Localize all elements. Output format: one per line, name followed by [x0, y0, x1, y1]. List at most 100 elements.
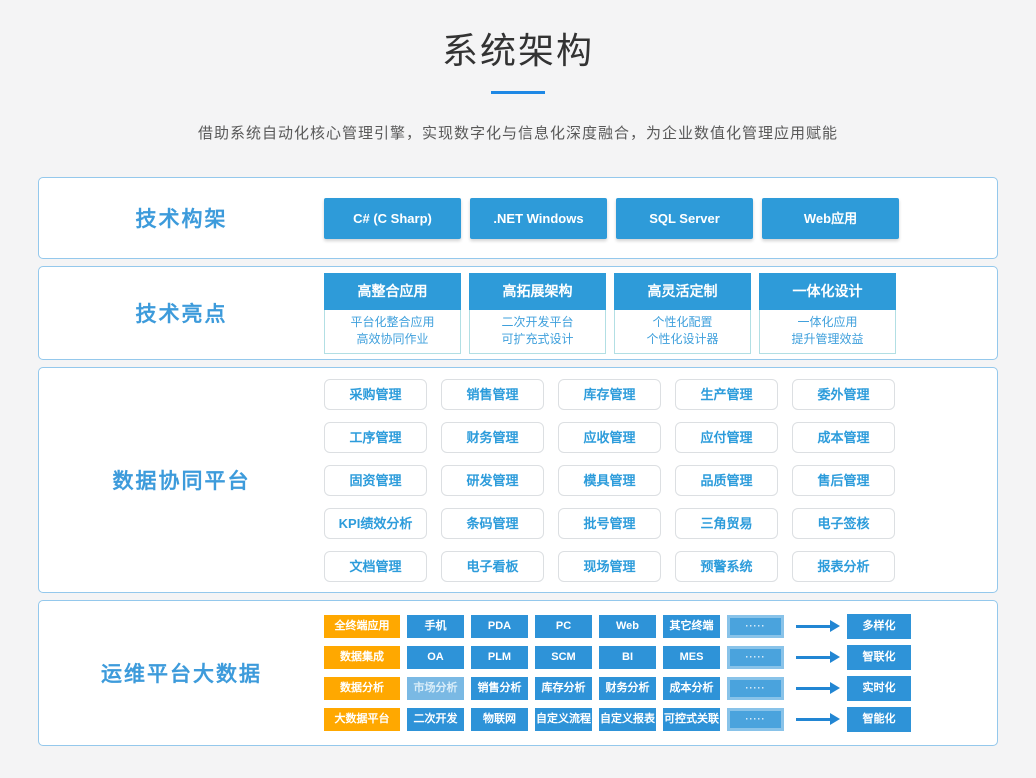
module-button[interactable]: 文档管理 — [324, 551, 427, 582]
bigdata-result-label: 智能化 — [847, 707, 911, 732]
section-highlights-label: 技术亮点 — [136, 303, 228, 326]
bigdata-item[interactable]: 自定义流程 — [535, 708, 592, 731]
tech-stack-button[interactable]: SQL Server — [616, 198, 753, 239]
page-subtitle: 借助系统自动化核心管理引擎，实现数字化与信息化深度融合，为企业数值化管理应用赋能 — [0, 122, 1036, 143]
highlight-cards: 高整合应用平台化整合应用高效协同作业高拓展架构二次开发平台可扩充式设计高灵活定制… — [324, 273, 896, 354]
module-button[interactable]: 品质管理 — [675, 465, 778, 496]
section-bigdata: 运维平台大数据 全终端应用手机PDAPCWeb其它终端·····多样化数据集成O… — [38, 600, 998, 746]
highlight-card-line: 可扩充式设计 — [470, 331, 605, 348]
bigdata-item[interactable]: 二次开发 — [407, 708, 464, 731]
highlight-card-line: 个性化配置 — [615, 314, 750, 331]
page-header: 系统架构 借助系统自动化核心管理引擎，实现数字化与信息化深度融合，为企业数值化管… — [0, 0, 1036, 143]
bigdata-item[interactable]: PDA — [471, 615, 528, 638]
bigdata-item[interactable]: SCM — [535, 646, 592, 669]
bigdata-row: 数据分析市场分析销售分析库存分析财务分析成本分析 ····· 实时化 — [324, 676, 911, 701]
highlight-card-line: 个性化设计器 — [615, 331, 750, 348]
module-button[interactable]: 应付管理 — [675, 422, 778, 453]
section-tech-stack-label: 技术构架 — [136, 208, 228, 231]
section-tech-stack: 技术构架 C# (C Sharp).NET WindowsSQL ServerW… — [38, 177, 998, 259]
highlight-card: 高整合应用平台化整合应用高效协同作业 — [324, 273, 461, 354]
module-button[interactable]: 研发管理 — [441, 465, 544, 496]
module-button[interactable]: 现场管理 — [558, 551, 661, 582]
module-button[interactable]: 报表分析 — [792, 551, 895, 582]
highlight-card-title: 高整合应用 — [324, 273, 461, 310]
page-title: 系统架构 — [0, 22, 1036, 74]
arrow-right-icon — [796, 687, 830, 690]
bigdata-ellipsis-item[interactable]: ····· — [727, 708, 784, 731]
bigdata-item[interactable]: 其它终端 — [663, 615, 720, 638]
tech-stack-button[interactable]: .NET Windows — [470, 198, 607, 239]
bigdata-category-label: 大数据平台 — [324, 708, 400, 731]
bigdata-item[interactable]: OA — [407, 646, 464, 669]
bigdata-category-label: 全终端应用 — [324, 615, 400, 638]
section-label-wrap: 数据协同平台 — [39, 465, 324, 495]
bigdata-category-label: 数据分析 — [324, 677, 400, 700]
arrow-right-icon — [796, 625, 830, 628]
highlight-card-title: 一体化设计 — [759, 273, 896, 310]
bigdata-result-label: 实时化 — [847, 676, 911, 701]
bigdata-item[interactable]: 销售分析 — [471, 677, 528, 700]
highlight-card: 一体化设计一体化应用提升管理效益 — [759, 273, 896, 354]
bigdata-item[interactable]: PLM — [471, 646, 528, 669]
bigdata-item[interactable]: 市场分析 — [407, 677, 464, 700]
module-button[interactable]: 财务管理 — [441, 422, 544, 453]
section-data-platform: 数据协同平台 采购管理销售管理库存管理生产管理委外管理工序管理财务管理应收管理应… — [38, 367, 998, 593]
highlight-card-body: 平台化整合应用高效协同作业 — [324, 310, 461, 354]
highlight-card-line: 提升管理效益 — [760, 331, 895, 348]
bigdata-item[interactable]: Web — [599, 615, 656, 638]
module-button[interactable]: 工序管理 — [324, 422, 427, 453]
module-button[interactable]: 委外管理 — [792, 379, 895, 410]
module-button[interactable]: 固资管理 — [324, 465, 427, 496]
bigdata-item[interactable]: PC — [535, 615, 592, 638]
section-label-wrap: 技术亮点 — [39, 298, 324, 328]
module-button[interactable]: 电子签核 — [792, 508, 895, 539]
highlight-card-line: 高效协同作业 — [325, 331, 460, 348]
section-bigdata-label: 运维平台大数据 — [101, 663, 262, 686]
highlight-card-title: 高灵活定制 — [614, 273, 751, 310]
sections-container: 技术构架 C# (C Sharp).NET WindowsSQL ServerW… — [38, 177, 998, 746]
module-button[interactable]: 模具管理 — [558, 465, 661, 496]
module-button[interactable]: 成本管理 — [792, 422, 895, 453]
bigdata-row: 全终端应用手机PDAPCWeb其它终端·····多样化 — [324, 614, 911, 639]
bigdata-item[interactable]: 库存分析 — [535, 677, 592, 700]
highlight-card-body: 二次开发平台可扩充式设计 — [469, 310, 606, 354]
module-button[interactable]: 生产管理 — [675, 379, 778, 410]
module-button[interactable]: 售后管理 — [792, 465, 895, 496]
module-grid: 采购管理销售管理库存管理生产管理委外管理工序管理财务管理应收管理应付管理成本管理… — [324, 379, 895, 582]
bigdata-item[interactable]: 成本分析 — [663, 677, 720, 700]
module-button[interactable]: 库存管理 — [558, 379, 661, 410]
highlight-card-line: 平台化整合应用 — [325, 314, 460, 331]
module-button[interactable]: 预警系统 — [675, 551, 778, 582]
tech-stack-button[interactable]: C# (C Sharp) — [324, 198, 461, 239]
module-button[interactable]: 批号管理 — [558, 508, 661, 539]
highlight-card-line: 二次开发平台 — [470, 314, 605, 331]
bigdata-row: 大数据平台二次开发物联网自定义流程自定义报表可控式关联 ····· 智能化 — [324, 707, 911, 732]
module-button[interactable]: 销售管理 — [441, 379, 544, 410]
bigdata-ellipsis-item[interactable]: ····· — [727, 615, 784, 638]
bigdata-item[interactable]: 自定义报表 — [599, 708, 656, 731]
bigdata-row: 数据集成OAPLMSCMBIMES·····智联化 — [324, 645, 911, 670]
bigdata-category-label: 数据集成 — [324, 646, 400, 669]
module-button[interactable]: 三角贸易 — [675, 508, 778, 539]
bigdata-item[interactable]: 可控式关联 — [663, 708, 720, 731]
module-button[interactable]: 条码管理 — [441, 508, 544, 539]
bigdata-ellipsis-item[interactable]: ····· — [727, 646, 784, 669]
bigdata-item[interactable]: BI — [599, 646, 656, 669]
title-underline — [491, 91, 545, 94]
highlight-card-body: 个性化配置个性化设计器 — [614, 310, 751, 354]
highlight-card-line: 一体化应用 — [760, 314, 895, 331]
tech-stack-button[interactable]: Web应用 — [762, 198, 899, 239]
module-button[interactable]: 应收管理 — [558, 422, 661, 453]
bigdata-item[interactable]: 手机 — [407, 615, 464, 638]
highlight-card: 高拓展架构二次开发平台可扩充式设计 — [469, 273, 606, 354]
module-button[interactable]: 电子看板 — [441, 551, 544, 582]
bigdata-item[interactable]: MES — [663, 646, 720, 669]
highlight-card-title: 高拓展架构 — [469, 273, 606, 310]
bigdata-item[interactable]: 物联网 — [471, 708, 528, 731]
bigdata-rows: 全终端应用手机PDAPCWeb其它终端·····多样化数据集成OAPLMSCMB… — [324, 614, 911, 732]
module-button[interactable]: 采购管理 — [324, 379, 427, 410]
section-label-wrap: 技术构架 — [39, 203, 324, 233]
module-button[interactable]: KPI绩效分析 — [324, 508, 427, 539]
bigdata-item[interactable]: 财务分析 — [599, 677, 656, 700]
bigdata-ellipsis-item[interactable]: ····· — [727, 677, 784, 700]
